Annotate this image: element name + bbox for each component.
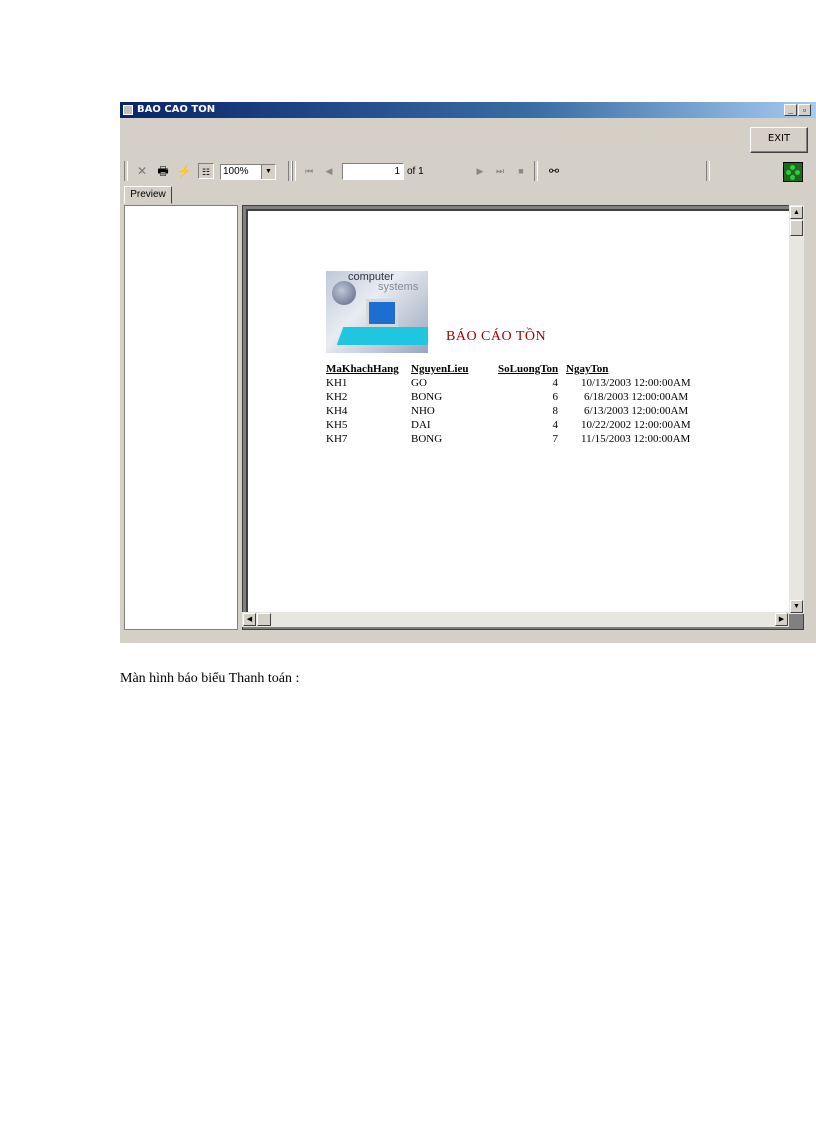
report-window: BAO CAO TON _ ▫ EXIT ✕ 🖶 ⚡ ☷ 100% ▼ ⏮ ◀ … (120, 102, 816, 643)
group-tree-pane (124, 205, 238, 630)
page-count: of 1 (407, 166, 424, 177)
cell-ngay-ton: 10/13/2003 12:00:00AM (581, 377, 691, 389)
app-icon (123, 105, 133, 115)
group-tree-icon[interactable]: ☷ (198, 163, 214, 179)
monitor-icon (366, 299, 398, 327)
crystal-logo-icon[interactable] (783, 162, 803, 182)
company-logo: computer systems (326, 271, 428, 353)
cell-ngay-ton: 11/15/2003 12:00:00AM (581, 433, 691, 445)
cell-so-luong-ton: 4 (552, 377, 559, 389)
cell-nguyen-lieu: GO (411, 377, 427, 389)
exit-button[interactable]: EXIT (750, 127, 808, 153)
toolbar-separator (292, 161, 296, 181)
title-bar: BAO CAO TON _ ▫ (120, 102, 816, 118)
toolbar-separator (706, 161, 710, 181)
restore-button[interactable]: ▫ (798, 104, 811, 116)
vertical-scroll-thumb[interactable] (790, 220, 803, 236)
chevron-down-icon[interactable]: ▼ (261, 165, 275, 179)
vertical-scrollbar[interactable]: ▲ ▼ (789, 205, 804, 614)
logo-band (336, 327, 428, 345)
stop-icon[interactable]: ■ (513, 163, 529, 179)
next-page-icon[interactable]: ▶ (472, 163, 488, 179)
cell-ma-khach-hang: KH7 (326, 433, 348, 445)
tab-preview[interactable]: Preview (124, 186, 172, 204)
cell-nguyen-lieu: BONG (411, 391, 443, 403)
cell-ngay-ton: 10/22/2002 12:00:00AM (581, 419, 691, 431)
cell-ma-khach-hang: KH4 (326, 405, 348, 417)
zoom-value: 100% (223, 166, 249, 177)
cell-so-luong-ton: 6 (552, 391, 559, 403)
report-page: computer systems BÁO CÁO TỒN MaKhachHang… (246, 209, 789, 613)
minimize-button[interactable]: _ (784, 104, 797, 116)
report-title: BÁO CÁO TỒN (446, 329, 547, 344)
cell-nguyen-lieu: BONG (411, 433, 443, 445)
cell-so-luong-ton: 4 (552, 419, 559, 431)
logo-text-systems: systems (378, 281, 419, 293)
zoom-select[interactable]: 100% ▼ (220, 164, 276, 180)
cell-ma-khach-hang: KH5 (326, 419, 348, 431)
scroll-up-icon[interactable]: ▲ (790, 206, 803, 219)
lightning-icon[interactable]: ⚡ (176, 163, 192, 179)
page-number-input[interactable]: 1 (342, 163, 404, 180)
printer-icon[interactable]: 🖶 (155, 163, 171, 179)
cell-nguyen-lieu: DAI (411, 419, 431, 431)
cell-so-luong-ton: 7 (552, 433, 559, 445)
previous-page-icon[interactable]: ◀ (321, 163, 337, 179)
cell-ngay-ton: 6/18/2003 12:00:00AM (584, 391, 689, 403)
column-header: MaKhachHang (326, 363, 399, 375)
toolbar-separator (124, 161, 128, 181)
column-header: NguyenLieu (411, 363, 469, 375)
cell-so-luong-ton: 8 (552, 405, 559, 417)
close-icon[interactable]: ✕ (134, 163, 150, 179)
column-header: NgayTon (566, 363, 609, 375)
window-title: BAO CAO TON (137, 104, 216, 115)
scroll-down-icon[interactable]: ▼ (790, 600, 803, 613)
globe-icon (332, 281, 356, 305)
column-header: SoLuongTon (498, 363, 559, 375)
scroll-right-icon[interactable]: ▶ (775, 613, 788, 626)
first-page-icon[interactable]: ⏮ (301, 163, 317, 179)
horizontal-scroll-thumb[interactable] (257, 613, 271, 626)
last-page-icon[interactable]: ⏭ (492, 163, 508, 179)
cell-ma-khach-hang: KH2 (326, 391, 348, 403)
viewer-toolbar: ✕ 🖶 ⚡ ☷ 100% ▼ ⏮ ◀ 1 of 1 ▶ ⏭ ■ ⚯ (120, 158, 816, 184)
scroll-left-icon[interactable]: ◀ (243, 613, 256, 626)
cell-nguyen-lieu: NHO (411, 405, 435, 417)
toolbar-separator (534, 161, 538, 181)
cell-ngay-ton: 6/13/2003 12:00:00AM (584, 405, 689, 417)
horizontal-scrollbar[interactable]: ◀ ▶ (242, 612, 789, 627)
document-caption: Màn hình báo biểu Thanh toán : (120, 671, 300, 686)
binoculars-icon[interactable]: ⚯ (546, 163, 562, 179)
cell-ma-khach-hang: KH1 (326, 377, 348, 389)
